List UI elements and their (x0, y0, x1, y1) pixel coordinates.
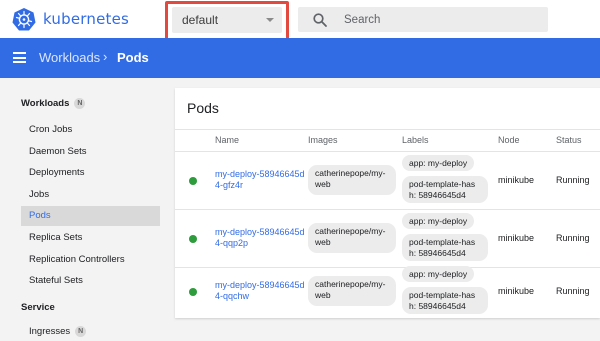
sidebar-category-label: Workloads (21, 98, 70, 109)
label-chip: pod-template-hash: 58946645d4 (402, 287, 488, 314)
top-bar: kubernetes default (0, 0, 600, 41)
node-cell: minikube (498, 175, 535, 185)
namespaced-badge: N (75, 326, 87, 337)
breadcrumb-separator: › (103, 49, 108, 64)
node-cell: minikube (498, 233, 535, 243)
sidebar-item-label: Deployments (29, 167, 85, 178)
search-icon (313, 13, 327, 27)
divider (175, 129, 600, 130)
image-chip: catherinepope/my-web (308, 223, 396, 253)
label-chip: app: my-deploy (402, 155, 475, 171)
chevron-down-icon (266, 18, 274, 22)
sidebar-item-pods[interactable]: Pods (21, 206, 160, 226)
column-header-name[interactable]: Name (215, 135, 239, 145)
table-row[interactable]: my-deploy-58946645d4-qqp2p catherinepope… (175, 210, 600, 268)
column-header-labels: Labels (402, 135, 429, 145)
sidebar-item-replication-controllers[interactable]: Replication Controllers (21, 250, 160, 270)
breadcrumb-workloads[interactable]: Workloads (39, 50, 100, 65)
label-chip: app: my-deploy (402, 213, 475, 229)
breadcrumb-bar: Workloads › Pods (0, 38, 600, 78)
search-bar[interactable] (298, 7, 548, 32)
running-status-icon (189, 235, 197, 243)
kubernetes-helm-icon (12, 8, 36, 31)
image-chip: catherinepope/my-web (308, 276, 396, 306)
sidebar-item-label: Pods (29, 210, 51, 221)
table-row[interactable]: my-deploy-58946645d4-qqchw catherinepope… (175, 263, 600, 321)
search-input[interactable] (344, 11, 534, 28)
status-cell: Running (556, 233, 590, 243)
sidebar-item-label: Cron Jobs (29, 124, 73, 135)
status-cell: Running (556, 175, 590, 185)
sidebar-item-label: Replica Sets (29, 232, 83, 243)
label-chip: pod-template-hash: 58946645d4 (402, 234, 488, 261)
pod-name-link[interactable]: my-deploy-58946645d4-qqchw (215, 280, 305, 302)
running-status-icon (189, 177, 197, 185)
sidebar-item-label: Replication Controllers (29, 253, 125, 265)
status-cell: Running (556, 286, 590, 296)
sidebar: Workloads N Cron Jobs Daemon Sets Deploym… (0, 78, 170, 341)
image-chip: catherinepope/my-web (308, 165, 396, 195)
breadcrumb-current: Pods (117, 50, 149, 65)
sidebar-item-ingresses[interactable]: Ingresses N (21, 322, 160, 341)
sidebar-item-daemon-sets[interactable]: Daemon Sets (21, 142, 160, 162)
node-cell: minikube (498, 286, 535, 296)
kubernetes-logo[interactable]: kubernetes (12, 7, 129, 31)
namespace-value: default (182, 13, 219, 27)
sidebar-category-service[interactable]: Service (21, 302, 55, 313)
namespace-selector[interactable]: default (172, 7, 282, 33)
sidebar-item-label: Stateful Sets (29, 275, 83, 286)
column-header-node[interactable]: Node (498, 135, 520, 145)
sidebar-item-label: Ingresses (29, 326, 71, 337)
card-title: Pods (187, 100, 219, 116)
sidebar-item-stateful-sets[interactable]: Stateful Sets (21, 271, 160, 291)
pod-name-link[interactable]: my-deploy-58946645d4-gfz4r (215, 169, 305, 191)
sidebar-item-label: Jobs (29, 188, 50, 200)
hamburger-menu-icon[interactable] (13, 52, 26, 63)
app-name: kubernetes (43, 10, 130, 28)
sidebar-category-workloads[interactable]: Workloads N (21, 98, 86, 109)
pods-card: Pods Name Images Labels Node Status my-d… (175, 88, 600, 318)
sidebar-item-jobs[interactable]: Jobs (21, 185, 160, 205)
sidebar-item-label: Daemon Sets (29, 145, 87, 157)
sidebar-item-replica-sets[interactable]: Replica Sets (21, 228, 160, 248)
column-header-status[interactable]: Status (556, 135, 582, 145)
pod-name-link[interactable]: my-deploy-58946645d4-qqp2p (215, 227, 305, 249)
namespaced-badge: N (74, 98, 86, 109)
running-status-icon (189, 288, 197, 296)
column-header-images: Images (308, 135, 338, 145)
label-chip: pod-template-hash: 58946645d4 (402, 176, 488, 203)
sidebar-item-deployments[interactable]: Deployments (21, 163, 160, 183)
sidebar-item-cron-jobs[interactable]: Cron Jobs (21, 120, 160, 140)
sidebar-category-label: Service (21, 302, 55, 313)
table-row[interactable]: my-deploy-58946645d4-gfz4r catherinepope… (175, 152, 600, 210)
label-chip: app: my-deploy (402, 266, 475, 282)
